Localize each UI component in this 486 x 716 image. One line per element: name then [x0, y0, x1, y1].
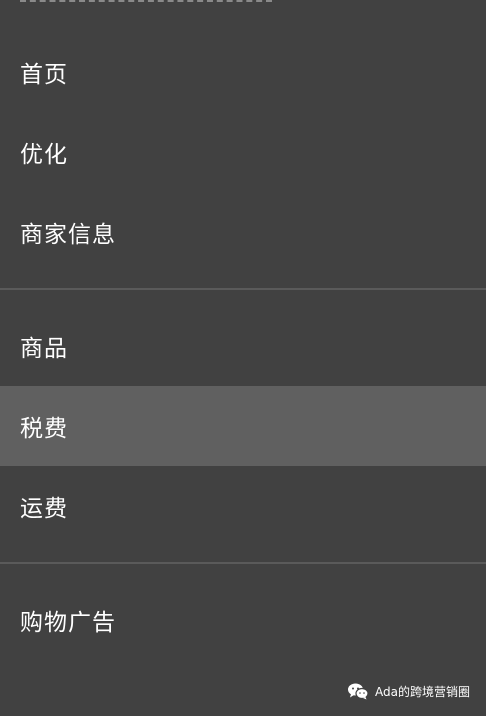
menu-item-optimization[interactable]: 优化 [0, 112, 486, 192]
watermark: Ada的跨境营销圈 [347, 680, 470, 702]
menu-item-label: 商品 [20, 336, 68, 362]
wechat-icon [348, 683, 369, 700]
menu-item-label: 首页 [20, 62, 68, 88]
menu-item-products[interactable]: 商品 [0, 306, 486, 386]
menu-item-tax[interactable]: 税费 [0, 386, 486, 466]
menu-item-merchant-info[interactable]: 商家信息 [0, 192, 486, 272]
menu-item-label: 运费 [20, 496, 68, 522]
menu-item-label: 优化 [20, 142, 68, 168]
menu-item-label: 税费 [20, 416, 68, 442]
menu-item-shopping-ads[interactable]: 购物广告 [0, 580, 486, 660]
menu-item-label: 商家信息 [20, 222, 116, 248]
section-divider [0, 562, 486, 564]
section-divider [0, 288, 486, 290]
menu-item-home[interactable]: 首页 [0, 32, 486, 112]
watermark-text: Ada的跨境营销圈 [375, 684, 470, 699]
menu-item-label: 购物广告 [20, 610, 116, 636]
top-dashed-divider [20, 0, 272, 2]
menu-item-shipping[interactable]: 运费 [0, 466, 486, 546]
